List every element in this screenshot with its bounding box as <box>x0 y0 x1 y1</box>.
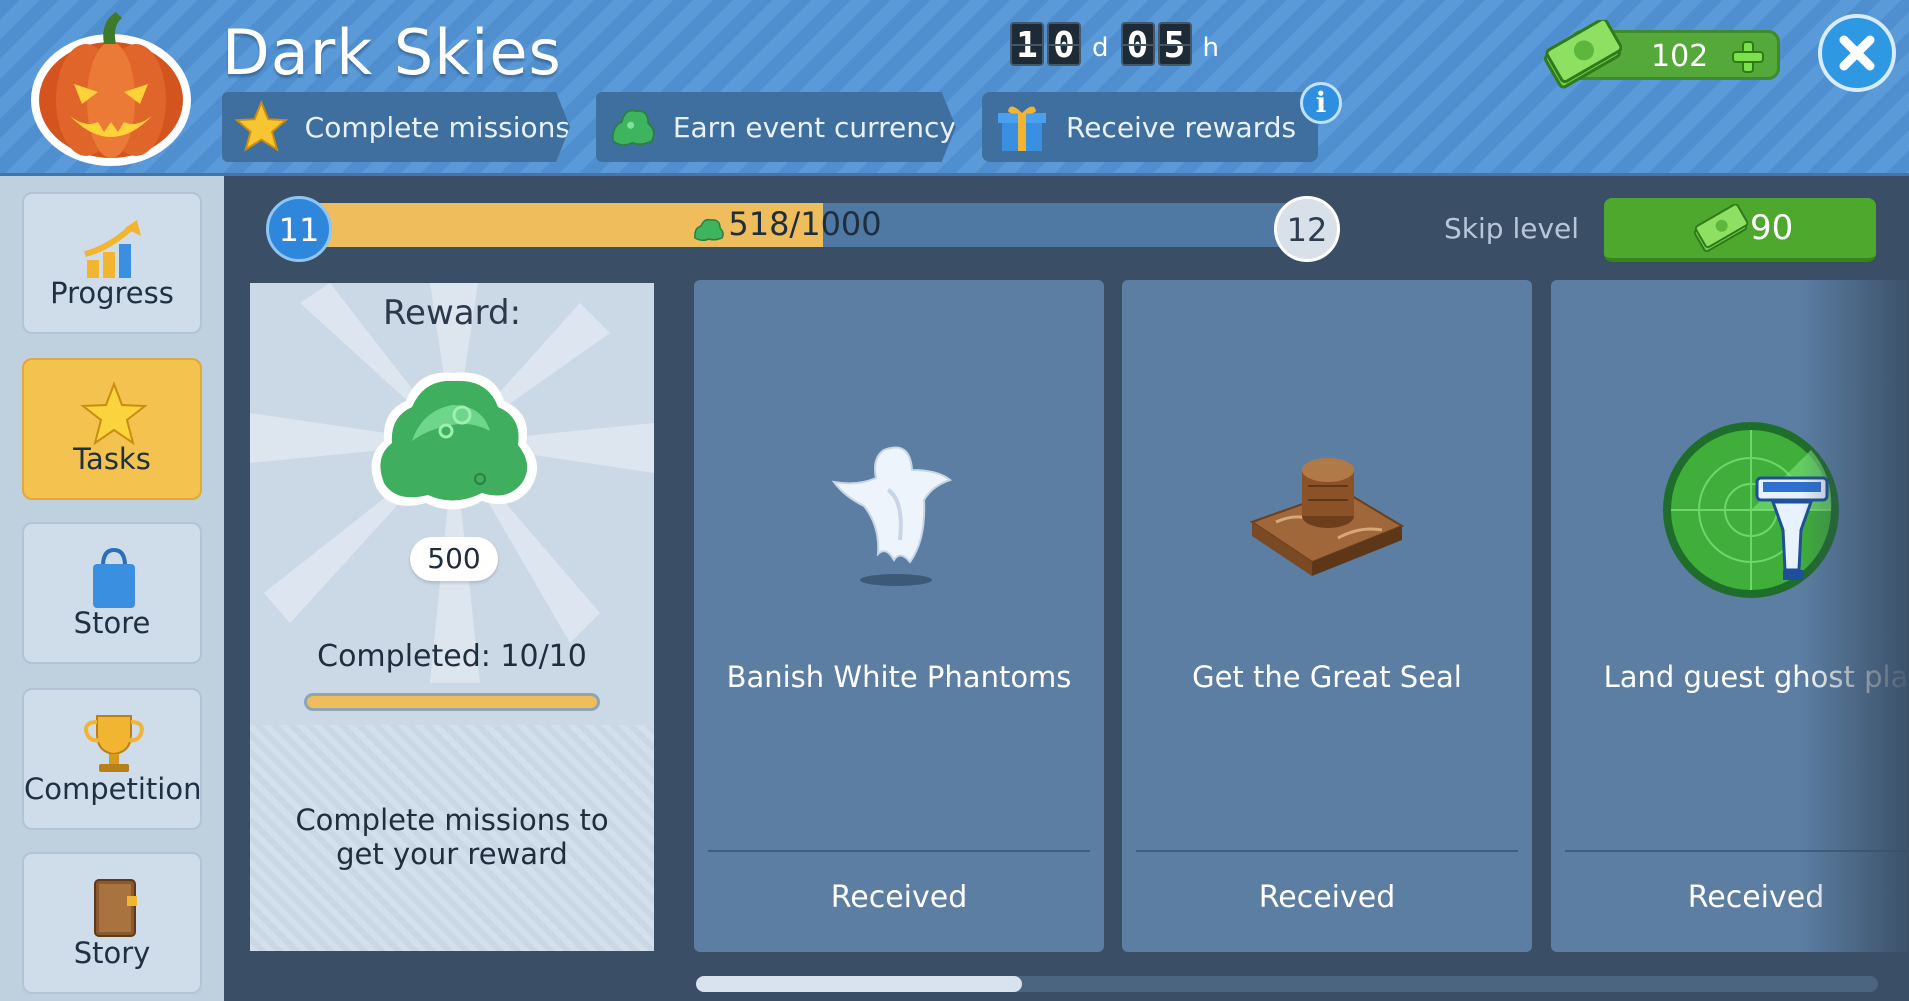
skip-level-label: Skip level <box>1444 212 1580 245</box>
slime-icon <box>694 218 724 242</box>
timer-unit-hours: h <box>1202 33 1219 63</box>
progress-chart-icon <box>84 220 141 278</box>
close-icon <box>1839 35 1875 71</box>
event-header: Dark Skies Complete missions Earn event … <box>0 0 1909 176</box>
task-card[interactable]: Banish White Phantoms Received <box>694 280 1104 952</box>
cash-icon <box>1544 20 1622 89</box>
timer-digit: 1 <box>1010 22 1044 66</box>
timer-digit: 5 <box>1157 22 1192 66</box>
horizontal-scrollbar[interactable] <box>696 976 1878 992</box>
sidebar-item-competition[interactable]: Competition <box>22 688 202 830</box>
sidebar-item-store[interactable]: Store <box>22 522 202 664</box>
trophy-icon <box>84 715 144 772</box>
sidebar-label: Tasks <box>73 442 151 476</box>
info-button[interactable]: i <box>1300 82 1342 124</box>
sidebar-item-story[interactable]: Story <box>22 852 202 994</box>
scroll-fade <box>1800 280 1909 952</box>
task-card[interactable]: Get the Great Seal Received <box>1122 280 1532 952</box>
task-title: Banish White Phantoms <box>726 660 1072 694</box>
step-earn-currency: Earn event currency <box>596 92 956 162</box>
task-list[interactable]: Banish White Phantoms Received Get the G… <box>690 280 1909 952</box>
currency-value: 102 <box>1651 39 1709 74</box>
sidebar-item-progress[interactable]: Progress <box>22 192 202 334</box>
event-title: Dark Skies <box>222 16 562 89</box>
skip-level-button[interactable]: 90 <box>1604 198 1876 262</box>
step-complete-missions: Complete missions <box>222 92 570 162</box>
reward-panel: Reward: 500 Completed: 10/10 Complete mi… <box>250 283 654 951</box>
sidebar: Progress Tasks Store Competition Story <box>0 176 224 1001</box>
completed-progress-bar <box>304 693 600 711</box>
divider <box>1136 850 1518 852</box>
slime-icon <box>611 109 655 146</box>
slime-currency-icon <box>371 372 538 510</box>
sidebar-label: Story <box>73 936 151 970</box>
shopping-bag-icon <box>93 547 135 608</box>
event-timer: 1 0 d 0 5 h <box>1010 22 1231 66</box>
star-icon <box>234 99 289 152</box>
step-receive-rewards: Receive rewards <box>982 92 1318 162</box>
task-status: Received <box>1258 880 1396 915</box>
completed-count: Completed: 10/10 <box>317 639 587 674</box>
seal-icon <box>1249 458 1405 576</box>
current-level-badge: 11 <box>266 196 332 262</box>
skip-cost: 90 <box>1750 208 1794 248</box>
timer-digit: 0 <box>1120 22 1155 66</box>
timer-digit: 0 <box>1047 22 1081 66</box>
step-label: Earn event currency <box>672 110 956 144</box>
completed-progress-fill <box>307 696 597 708</box>
next-level-badge: 12 <box>1274 196 1340 262</box>
book-icon <box>94 879 137 937</box>
sidebar-item-tasks[interactable]: Tasks <box>22 358 202 500</box>
pumpkin-icon <box>26 8 196 168</box>
reward-amount: 500 <box>410 537 498 581</box>
task-status: Received <box>830 880 968 915</box>
step-label: Receive rewards <box>1066 110 1297 144</box>
scroll-thumb[interactable] <box>696 976 1022 992</box>
timer-unit-days: d <box>1092 33 1109 63</box>
cash-icon <box>1693 204 1748 253</box>
divider <box>708 850 1090 852</box>
ghost-icon <box>831 446 953 586</box>
gift-icon <box>998 106 1046 151</box>
plus-icon[interactable] <box>1731 40 1765 74</box>
close-button[interactable] <box>1818 14 1896 92</box>
sidebar-label: Competition <box>24 772 202 806</box>
reward-hint: Complete missions to get your reward <box>295 803 609 871</box>
sidebar-label: Progress <box>50 276 174 310</box>
sidebar-label: Store <box>73 606 151 640</box>
step-label: Complete missions <box>304 110 570 144</box>
star-icon <box>80 381 148 446</box>
level-progress-text: 518/1000 <box>728 205 882 243</box>
reward-title: Reward: <box>382 293 522 333</box>
level-progress-bar: 518/1000 <box>300 203 1310 247</box>
task-title: Get the Great Seal <box>1192 660 1462 694</box>
